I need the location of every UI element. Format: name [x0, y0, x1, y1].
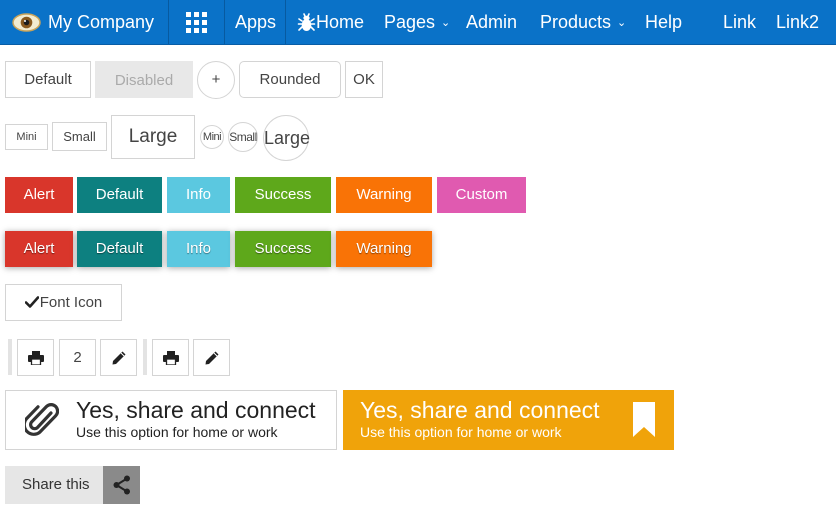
nav-admin[interactable]: Admin: [466, 0, 517, 44]
share-connect-button[interactable]: Yes, share and connect Use this option f…: [5, 390, 337, 450]
font-icon-label: Font Icon: [39, 294, 103, 311]
font-icon-button[interactable]: Font Icon: [5, 284, 122, 321]
print-icon: [28, 351, 44, 365]
warning-button[interactable]: Warning: [336, 177, 432, 213]
share-this-label: Share this: [22, 476, 90, 493]
apps-grid-icon[interactable]: [186, 12, 207, 33]
chevron-down-icon: ⌄: [617, 17, 627, 29]
check-icon: [24, 296, 40, 308]
default-button[interactable]: Default: [5, 61, 91, 98]
edit-button[interactable]: [100, 339, 137, 376]
success-button[interactable]: Success: [235, 177, 331, 213]
success-shadow-button[interactable]: Success: [235, 231, 331, 267]
share-connect-orange-title: Yes, share and connect: [360, 397, 600, 423]
nav-divider: [224, 0, 225, 44]
chevron-down-icon: ⌄: [441, 17, 451, 29]
ok-button[interactable]: OK: [345, 61, 383, 98]
edit-button[interactable]: [193, 339, 230, 376]
print-button[interactable]: [152, 339, 189, 376]
nav-pages[interactable]: Pages ⌄: [384, 0, 450, 44]
share-connect-orange-button[interactable]: Yes, share and connect Use this option f…: [343, 390, 674, 450]
paperclip-icon: [25, 403, 59, 436]
brand-name[interactable]: My Company: [48, 0, 154, 44]
info-button[interactable]: Info: [167, 177, 230, 213]
nav-products-label: Products: [540, 12, 612, 32]
share-connect-orange-subtitle: Use this option for home or work: [360, 424, 562, 440]
nav-pages-label: Pages: [384, 12, 436, 32]
print-button[interactable]: [17, 339, 54, 376]
nav-products[interactable]: Products ⌄: [540, 0, 626, 44]
share-this-button[interactable]: Share this: [5, 466, 140, 504]
eye-logo-icon: [12, 13, 41, 32]
nav-apps[interactable]: Apps: [235, 0, 276, 44]
bug-icon: [297, 13, 316, 31]
share-connect-title: Yes, share and connect: [76, 397, 316, 423]
nav-divider: [168, 0, 169, 44]
toolbar-handle[interactable]: [143, 339, 147, 375]
default-shadow-button[interactable]: Default: [77, 231, 162, 267]
large-round-button[interactable]: Large: [263, 115, 310, 161]
share-connect-subtitle: Use this option for home or work: [76, 424, 278, 440]
alert-button[interactable]: Alert: [5, 177, 73, 213]
nav-home[interactable]: Home: [316, 0, 364, 44]
mini-button[interactable]: Mini: [5, 124, 48, 150]
large-button[interactable]: Large: [111, 115, 195, 159]
share-icon-box: [103, 466, 140, 504]
nav-divider: [285, 0, 286, 44]
plus-round-button[interactable]: +: [197, 61, 235, 99]
mini-round-button[interactable]: Mini: [200, 125, 224, 149]
print-icon: [163, 351, 179, 365]
nav-link[interactable]: Link: [723, 0, 756, 44]
nav-link2[interactable]: Link2: [776, 0, 819, 44]
custom-button[interactable]: Custom: [437, 177, 526, 213]
top-navbar: My Company Apps Home Pages ⌄ Admin Produc…: [0, 0, 836, 45]
small-round-button[interactable]: Small: [228, 122, 258, 152]
default-color-button[interactable]: Default: [77, 177, 162, 213]
nav-help[interactable]: Help: [645, 0, 682, 44]
warning-shadow-button[interactable]: Warning: [336, 231, 432, 267]
count-button[interactable]: 2: [59, 339, 96, 376]
pencil-icon: [112, 351, 126, 365]
alert-shadow-button[interactable]: Alert: [5, 231, 73, 267]
small-button[interactable]: Small: [52, 122, 107, 151]
pencil-icon: [205, 351, 219, 365]
rounded-button[interactable]: Rounded: [239, 61, 341, 98]
share-icon: [113, 475, 130, 495]
toolbar-handle[interactable]: [8, 339, 12, 375]
info-shadow-button[interactable]: Info: [167, 231, 230, 267]
bookmark-icon: [633, 402, 655, 437]
disabled-button: Disabled: [95, 61, 193, 98]
